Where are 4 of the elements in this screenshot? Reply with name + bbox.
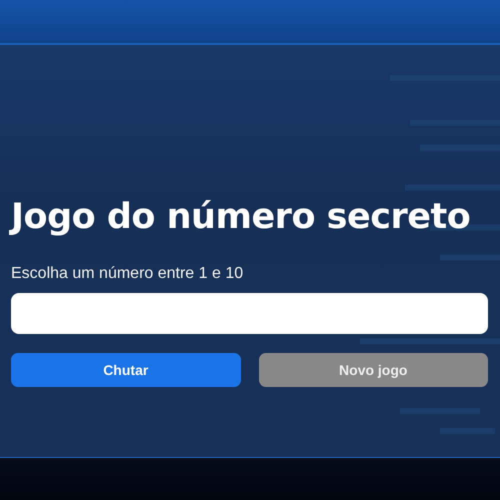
guess-button[interactable]: Chutar — [11, 353, 240, 387]
number-input[interactable] — [11, 293, 488, 334]
page-title: Jogo do número secreto — [11, 197, 472, 237]
prompt-label: Escolha um número entre 1 e 10 — [11, 265, 244, 283]
